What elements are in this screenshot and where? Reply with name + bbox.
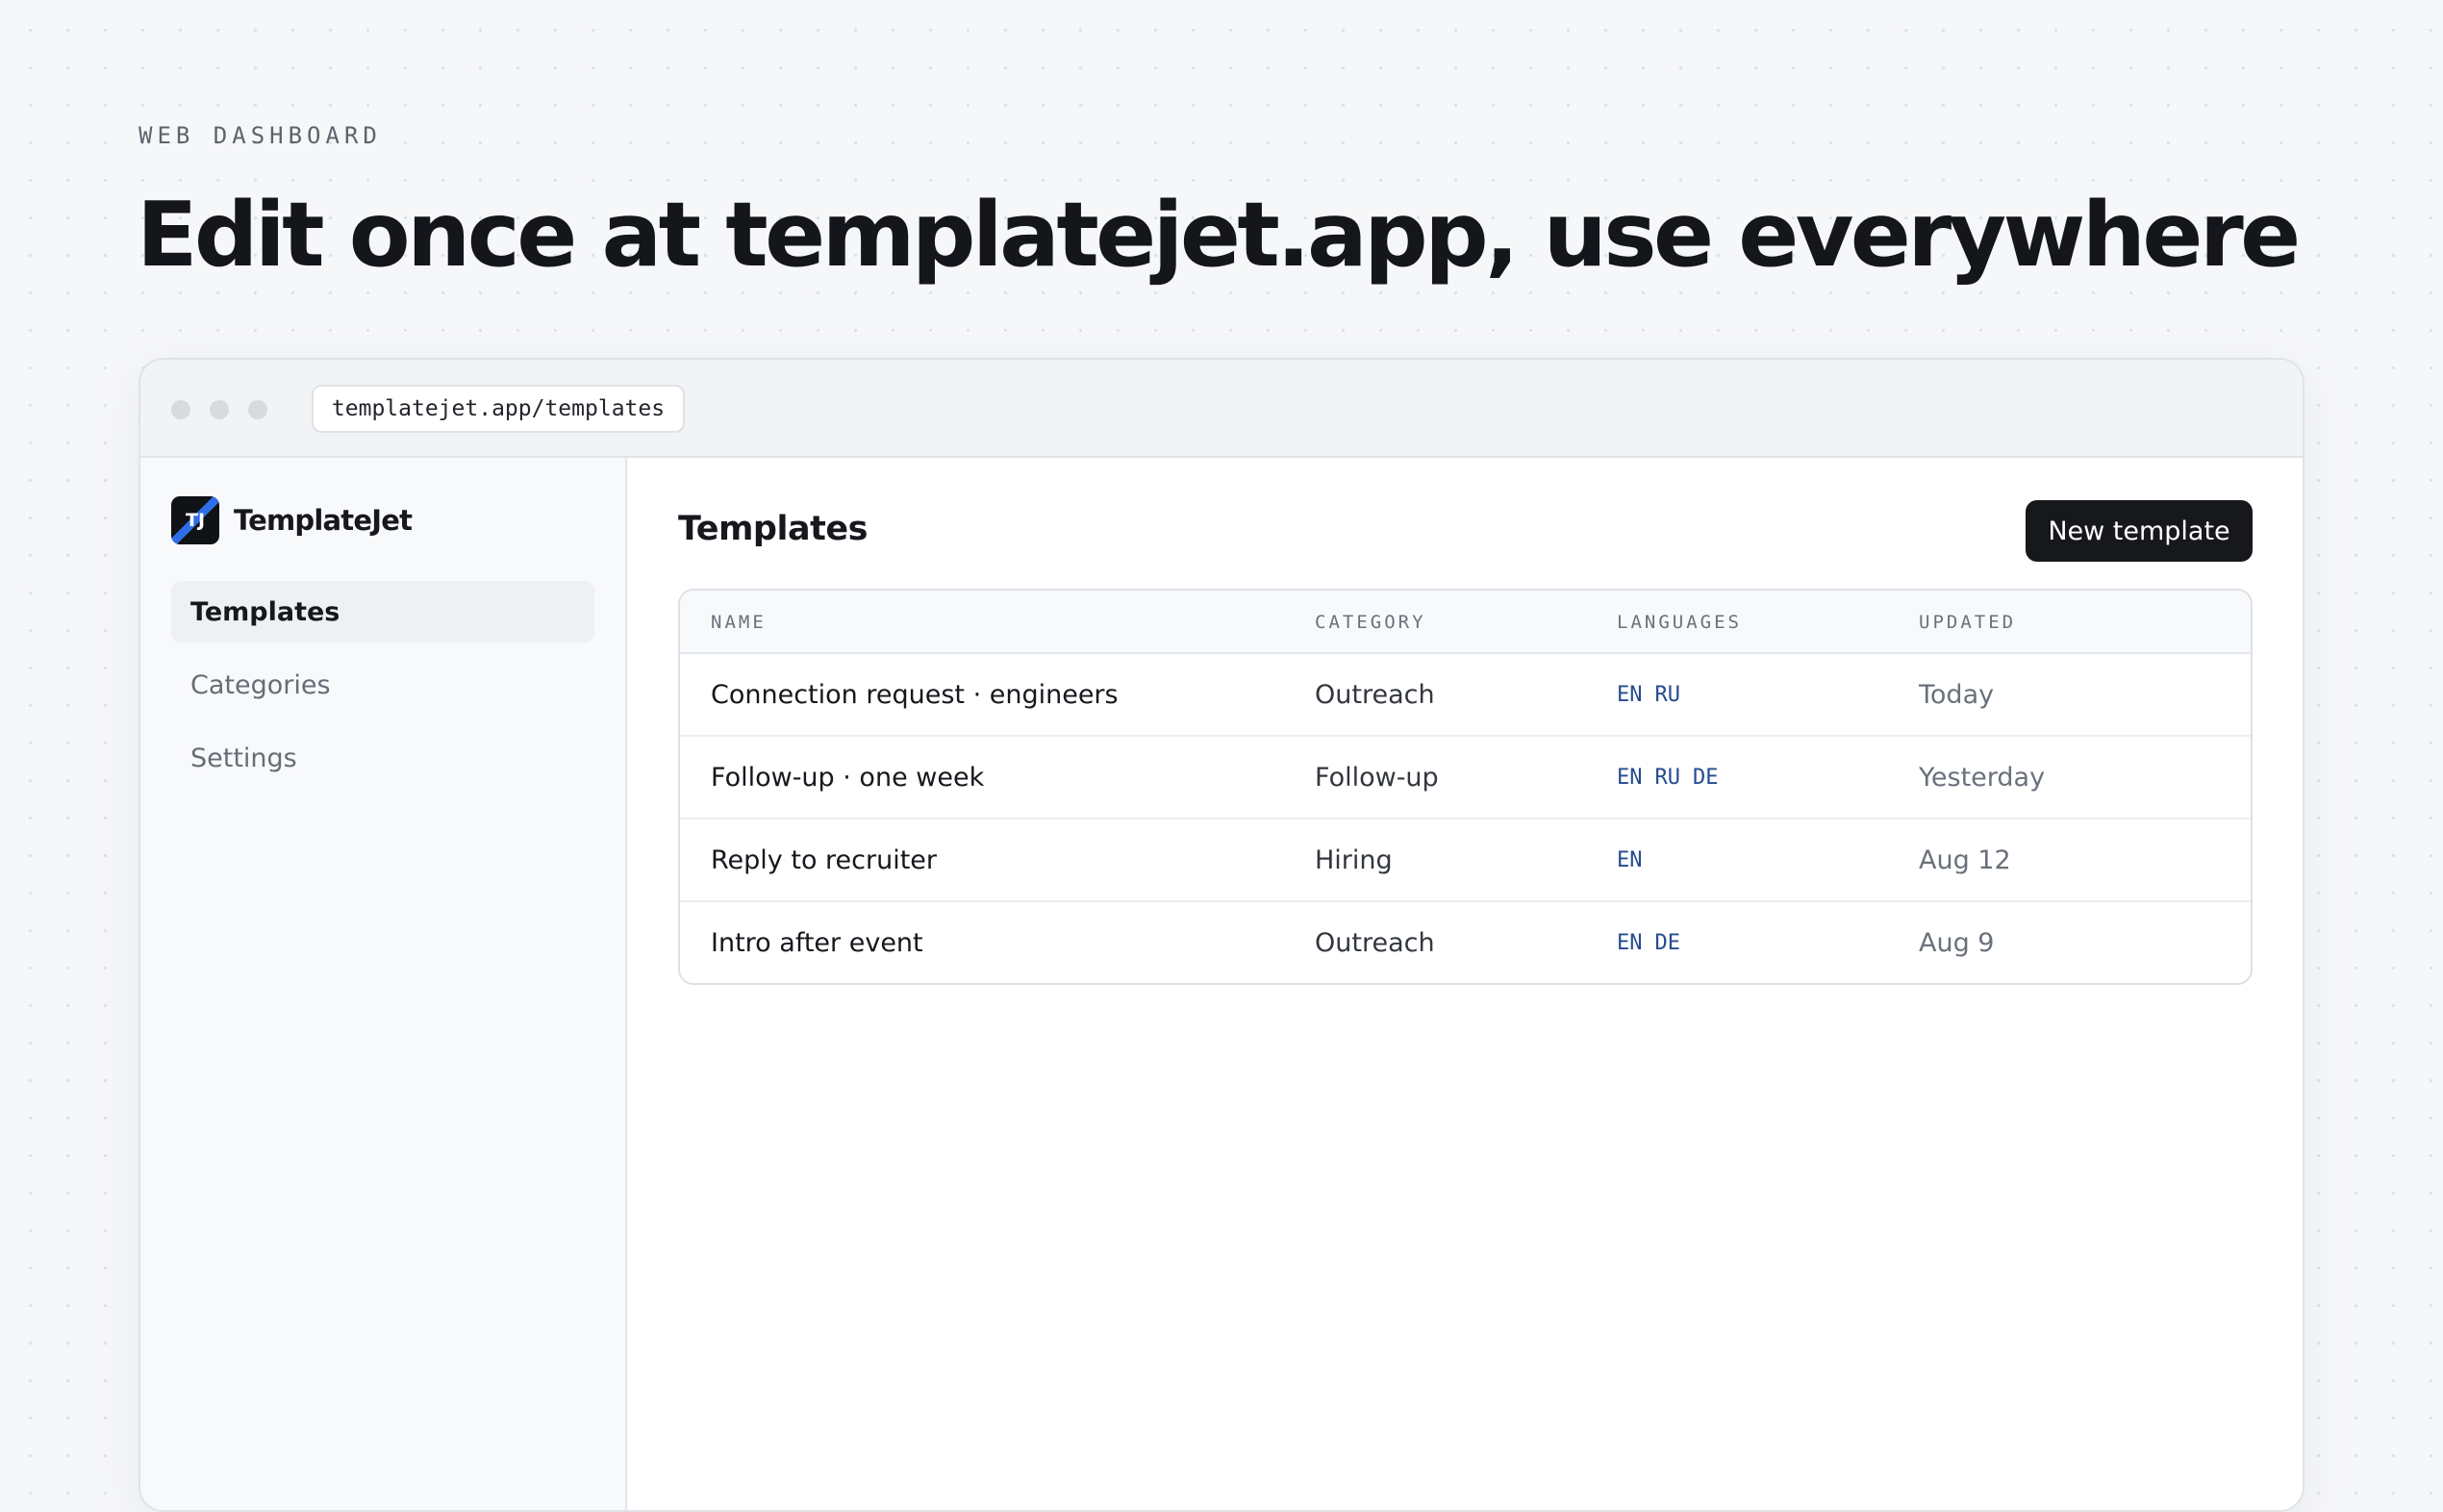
template-languages: EN RU <box>1617 654 1693 735</box>
sidebar-item-label: Categories <box>190 669 331 700</box>
templates-table: NAME CATEGORY LANGUAGES UPDATED Connecti… <box>678 589 2253 985</box>
template-updated: Yesterday <box>1919 762 2046 793</box>
language-tag: EN <box>1617 847 1643 872</box>
template-updated: Today <box>1919 679 1995 710</box>
language-tag: EN <box>1617 765 1643 790</box>
column-header-category[interactable]: CATEGORY <box>1315 612 1426 633</box>
new-template-button[interactable]: New template <box>2026 500 2253 562</box>
section-eyebrow: WEB DASHBOARD <box>139 122 382 149</box>
sidebar-item-templates[interactable]: Templates <box>171 581 594 643</box>
template-name[interactable]: Connection request · engineers <box>711 654 1119 735</box>
column-header-updated[interactable]: UPDATED <box>1919 612 2016 633</box>
page-title: Templates <box>678 510 868 548</box>
template-name[interactable]: Intro after event <box>711 902 923 983</box>
table-row[interactable]: Connection request · engineers Outreach … <box>680 654 2251 737</box>
language-tag: RU <box>1654 682 1681 707</box>
template-category: Outreach <box>1315 927 1435 958</box>
app-name: TemplateJet <box>234 504 413 537</box>
template-category: Hiring <box>1315 844 1393 875</box>
main-content: Templates New template NAME CATEGORY LAN… <box>627 458 2303 1510</box>
template-languages: EN <box>1617 819 1655 900</box>
window-maximize-dot[interactable] <box>248 400 267 419</box>
sidebar-item-label: Templates <box>190 596 340 627</box>
sidebar-item-settings[interactable]: Settings <box>171 727 594 789</box>
sidebar-item-label: Settings <box>190 743 297 773</box>
language-tag: DE <box>1654 930 1681 955</box>
sidebar: TJ TemplateJet Templates Categories Sett… <box>140 458 627 1510</box>
language-tag: RU <box>1654 765 1681 790</box>
template-name[interactable]: Follow-up · one week <box>711 737 984 818</box>
template-category: Follow-up <box>1315 762 1439 793</box>
page-headline: Edit once at templatejet.app, use everyw… <box>137 183 2301 287</box>
template-languages: EN DE <box>1617 902 1693 983</box>
table-row[interactable]: Follow-up · one week Follow-up EN RU DE … <box>680 737 2251 819</box>
column-header-name[interactable]: NAME <box>711 612 767 633</box>
sidebar-item-categories[interactable]: Categories <box>171 654 594 716</box>
logo-monogram: TJ <box>185 510 206 531</box>
template-updated: Aug 12 <box>1919 844 2011 875</box>
column-header-languages[interactable]: LANGUAGES <box>1617 612 1742 633</box>
window-minimize-dot[interactable] <box>210 400 229 419</box>
language-tag: EN <box>1617 930 1643 955</box>
table-row[interactable]: Reply to recruiter Hiring EN Aug 12 <box>680 819 2251 902</box>
language-tag: EN <box>1617 682 1643 707</box>
template-languages: EN RU DE <box>1617 737 1731 818</box>
app-logo: TJ <box>171 496 219 544</box>
table-row[interactable]: Intro after event Outreach EN DE Aug 9 <box>680 902 2251 983</box>
template-updated: Aug 9 <box>1919 927 1995 958</box>
browser-window: templatejet.app/templates TJ TemplateJet… <box>139 358 2304 1512</box>
browser-chrome: templatejet.app/templates <box>140 360 2303 458</box>
language-tag: DE <box>1693 765 1719 790</box>
template-name[interactable]: Reply to recruiter <box>711 819 937 900</box>
address-bar[interactable]: templatejet.app/templates <box>312 385 685 433</box>
table-header: NAME CATEGORY LANGUAGES UPDATED <box>680 591 2251 654</box>
template-category: Outreach <box>1315 679 1435 710</box>
window-close-dot[interactable] <box>171 400 190 419</box>
